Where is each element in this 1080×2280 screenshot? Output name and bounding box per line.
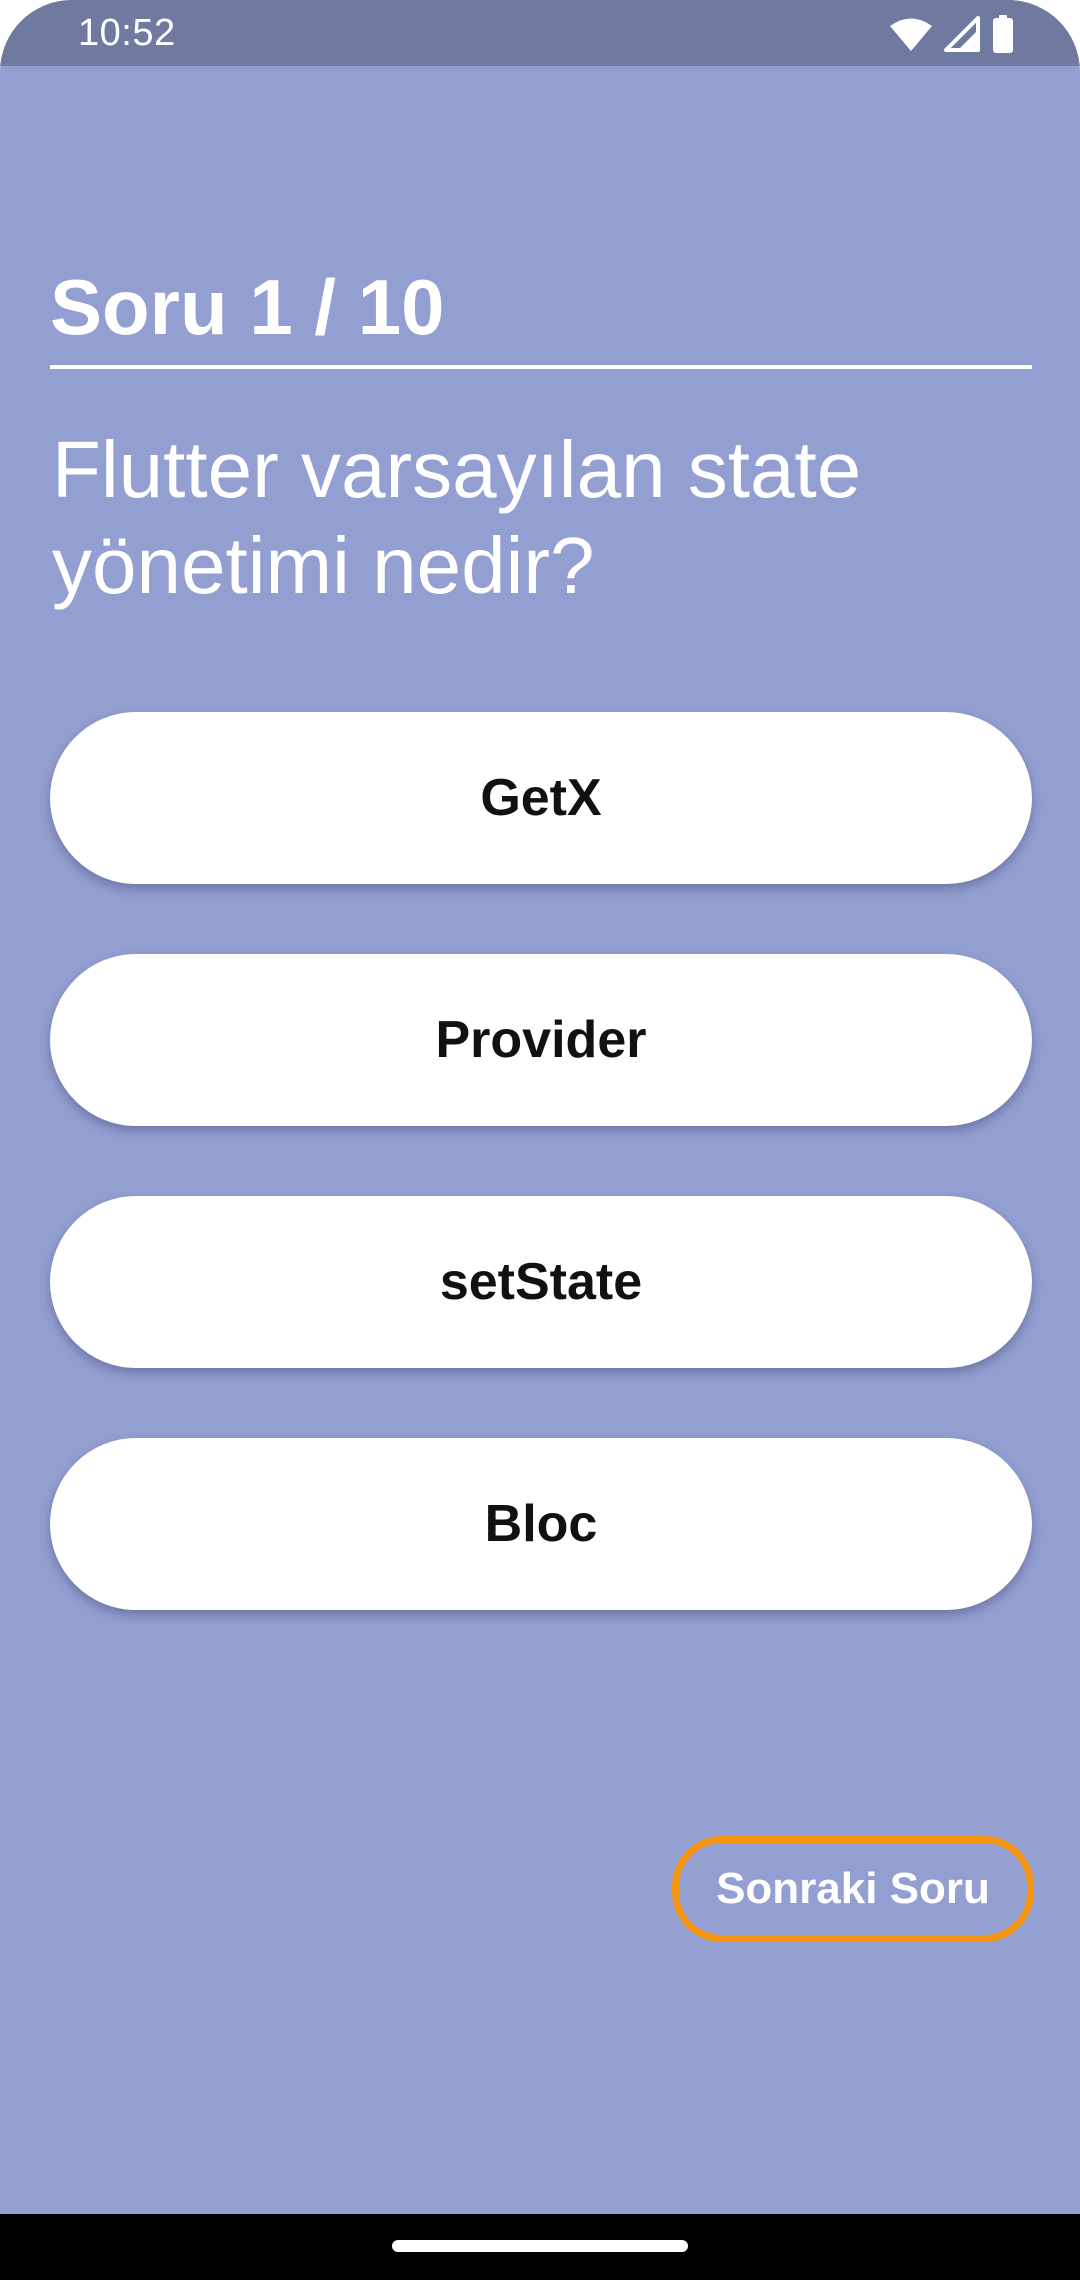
home-handle[interactable]	[392, 2240, 688, 2252]
answer-list: GetX Provider setState Bloc	[50, 712, 1032, 1680]
signal-icon	[944, 16, 980, 52]
status-bar: 10:52	[0, 0, 1080, 66]
answer-button-getx[interactable]: GetX	[50, 712, 1032, 884]
status-icons	[890, 14, 1014, 54]
next-question-button[interactable]: Sonraki Soru	[672, 1836, 1034, 1942]
answer-button-bloc[interactable]: Bloc	[50, 1438, 1032, 1610]
status-time: 10:52	[78, 12, 176, 54]
quiz-screen: 10:52 Soru 1 / 10 Flutter varsayılan sta…	[0, 0, 1080, 2280]
question-counter: Soru 1 / 10	[50, 263, 445, 351]
wifi-icon	[890, 17, 932, 51]
title-divider	[50, 365, 1032, 369]
answer-button-provider[interactable]: Provider	[50, 954, 1032, 1126]
question-text: Flutter varsayılan state yönetimi nedir?	[52, 425, 862, 610]
answer-button-setstate[interactable]: setState	[50, 1196, 1032, 1368]
battery-icon	[992, 15, 1014, 53]
